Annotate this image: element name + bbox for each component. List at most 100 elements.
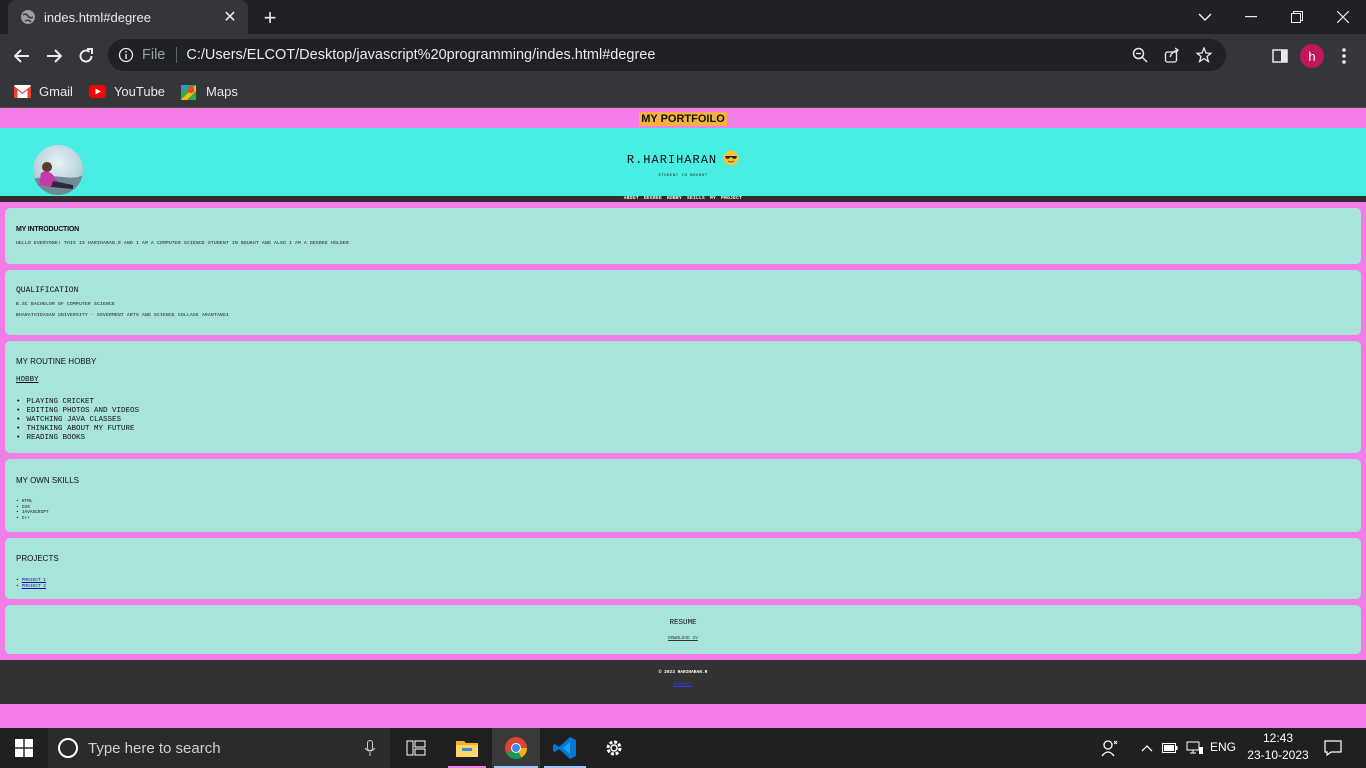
list-item: PROJECT 2	[16, 584, 46, 590]
reload-button[interactable]	[72, 42, 100, 70]
maps-icon	[181, 84, 198, 100]
restore-button[interactable]	[1274, 0, 1320, 34]
task-view-icon[interactable]	[396, 728, 436, 768]
microphone-icon[interactable]	[364, 740, 376, 761]
menu-kebab-icon[interactable]	[1332, 44, 1356, 68]
zoom-icon[interactable]	[1130, 45, 1150, 65]
nav-link-about[interactable]: ABOUT	[624, 196, 639, 201]
nav-link-skills[interactable]: SKILLS	[687, 196, 705, 201]
address-bar[interactable]: File C:/Users/ELCOT/Desktop/javascript%2…	[108, 39, 1226, 71]
browser-toolbar: File C:/Users/ELCOT/Desktop/javascript%2…	[0, 34, 1366, 76]
nav-link-hobby[interactable]: HOBBY	[667, 196, 682, 201]
new-tab-button[interactable]: +	[258, 5, 282, 30]
project-1-link[interactable]: PROJECT 1	[22, 578, 46, 583]
project-2-link[interactable]: PROJECT 2	[22, 584, 46, 589]
nav-link-degree[interactable]: DEGREE	[644, 196, 662, 201]
start-button[interactable]	[0, 728, 48, 768]
people-icon[interactable]	[1098, 728, 1122, 768]
hobby-list: PLAYING CRICKET EDITING PHOTOS AND VIDEO…	[16, 398, 140, 443]
footer-contact-link[interactable]: CONTACT	[674, 682, 693, 687]
forward-button[interactable]	[40, 42, 68, 70]
tab-title: indes.html#degree	[44, 9, 151, 25]
gmail-icon	[14, 84, 31, 99]
scheme-label: File	[142, 47, 166, 63]
skills-section: MY OWN SKILLS HTML CSS JAVASCRIPT C++	[5, 459, 1361, 532]
hero-header: R.HARIHARAN STUDENT IN BDUKHT	[0, 128, 1366, 196]
bookmark-label: YouTube	[113, 84, 166, 99]
bookmarks-bar: Gmail YouTube Maps	[0, 76, 1366, 108]
name-text: R.HARIHARAN	[626, 153, 718, 167]
list-item: EDITING PHOTOS AND VIDEOS	[16, 407, 140, 416]
skills-list: HTML CSS JAVASCRIPT C++	[16, 499, 49, 521]
list-item: THINKING ABOUT MY FUTURE	[16, 425, 139, 434]
taskbar-search[interactable]: Type here to search	[48, 728, 390, 768]
settings-gear-icon[interactable]	[592, 728, 636, 768]
qualification-college: BHARATHIDASAN UNIVERSITY - GOVERMENT ART…	[16, 313, 230, 318]
page-viewport: MY PORTFOILO R.HARIHARAN STUDENT IN BDUK…	[0, 109, 1366, 728]
battery-icon[interactable]	[1160, 728, 1180, 768]
sunglasses-emoji-icon	[723, 150, 739, 166]
hobby-subheading: HOBBY	[16, 376, 39, 384]
qualification-degree: B.SC BACHELOR OF COMPUTER SCIENCE	[16, 302, 116, 307]
globe-icon	[20, 9, 36, 25]
file-explorer-icon[interactable]	[446, 728, 488, 768]
browser-tab[interactable]: indes.html#degree ✕	[8, 0, 248, 34]
intro-section: MY INTRODUCTION HELLO EVERYONE! THIS IS …	[5, 208, 1361, 264]
intro-heading: MY INTRODUCTION	[16, 226, 79, 233]
qualification-section: QUALIFICATION B.SC BACHELOR OF COMPUTER …	[5, 270, 1361, 335]
info-icon[interactable]	[118, 47, 134, 63]
tray-chevron-up-icon[interactable]	[1136, 728, 1158, 768]
notifications-icon[interactable]	[1318, 728, 1348, 768]
windows-taskbar: Type here to search ENG 12:43 23-10-2023	[0, 728, 1366, 768]
browser-tab-strip: indes.html#degree ✕ +	[0, 0, 1366, 34]
bookmark-label: Maps	[206, 84, 238, 99]
profile-avatar[interactable]: h	[1300, 44, 1324, 68]
nav-link-my[interactable]: MY	[710, 196, 716, 201]
download-cv-link[interactable]: DOWNLOAD CV	[668, 636, 698, 641]
list-item: READING BOOKS	[16, 434, 139, 443]
language-indicator[interactable]: ENG	[1210, 740, 1236, 754]
site-nav: ABOUT DEGREE HOBBY SKILLS MY PROJECT	[0, 196, 1366, 202]
omnibox-separator	[176, 47, 178, 63]
close-tab-icon[interactable]: ✕	[222, 9, 238, 26]
hero-subtitle: STUDENT IN BDUKHT	[658, 174, 708, 178]
resume-section: RESUME DOWNLOAD CV	[5, 605, 1361, 654]
clock-time[interactable]: 12:43	[1242, 731, 1314, 745]
site-footer: © 2023 HARIHARAN.R CONTACT	[0, 660, 1366, 704]
youtube-icon	[88, 84, 106, 99]
url-text[interactable]: C:/Users/ELCOT/Desktop/javascript%20prog…	[186, 47, 1130, 63]
share-icon[interactable]	[1162, 45, 1182, 65]
side-panel-icon[interactable]	[1268, 44, 1292, 68]
network-icon[interactable]	[1184, 728, 1206, 768]
qualification-heading: QUALIFICATION	[16, 286, 79, 295]
skills-heading: MY OWN SKILLS	[16, 476, 79, 485]
chrome-taskbar-icon[interactable]	[492, 728, 540, 768]
bookmark-youtube[interactable]: YouTube	[88, 84, 166, 99]
site-title-row: MY PORTFOILO	[0, 109, 1366, 127]
list-item: WATCHING JAVA CLASSES	[16, 416, 139, 425]
projects-section: PROJECTS PROJECT 1 PROJECT 2	[5, 538, 1361, 599]
resume-heading: RESUME	[669, 619, 697, 627]
clock-date[interactable]: 23-10-2023	[1242, 748, 1314, 762]
list-item: PLAYING CRICKET	[16, 398, 139, 407]
minimize-button[interactable]	[1228, 0, 1274, 34]
footer-copyright: © 2023 HARIHARAN.R	[658, 670, 708, 675]
site-title: MY PORTFOILO	[639, 112, 727, 126]
hero-name: R.HARIHARAN	[0, 150, 1366, 167]
search-icon	[58, 738, 78, 758]
list-item: JAVASCRIPT	[16, 510, 49, 516]
nav-link-project[interactable]: PROJECT	[721, 196, 742, 201]
hobby-heading: MY ROUTINE HOBBY	[16, 357, 97, 366]
bookmark-maps[interactable]: Maps	[181, 84, 238, 100]
projects-list: PROJECT 1 PROJECT 2	[16, 578, 46, 589]
search-placeholder: Type here to search	[88, 739, 221, 757]
hobby-section: MY ROUTINE HOBBY HOBBY PLAYING CRICKET E…	[5, 341, 1361, 453]
bookmark-gmail[interactable]: Gmail	[14, 84, 73, 99]
intro-text: HELLO EVERYONE! THIS IS HARIHARAN.R AND …	[16, 241, 350, 246]
close-window-button[interactable]	[1320, 0, 1366, 34]
vscode-taskbar-icon[interactable]	[542, 728, 588, 768]
bookmark-star-icon[interactable]	[1194, 45, 1214, 65]
tab-search-chevron-icon[interactable]	[1182, 0, 1228, 34]
bookmark-label: Gmail	[39, 84, 73, 99]
back-button[interactable]	[8, 42, 36, 70]
